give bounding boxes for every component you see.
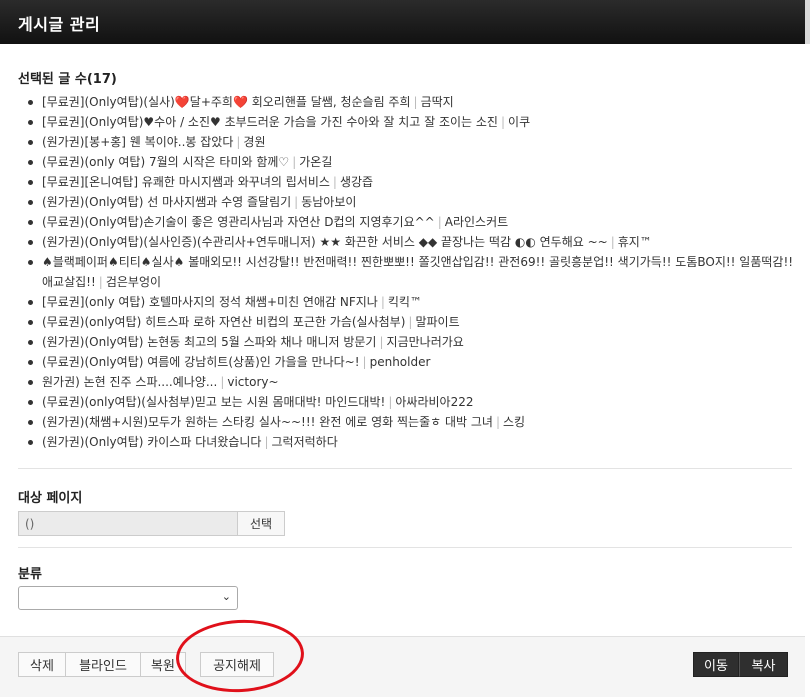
list-item: (무료권)(only여탑)(실사첨부)믿고 보는 시원 몸매대박! 마인드대박!… — [28, 392, 798, 412]
list-item: (원가권)(채쌤+시원)모두가 원하는 스타킹 실사~~!!! 완전 에로 영화… — [28, 412, 798, 432]
post-title: (원가권)[봉+홍] 웬 복이야..봉 잡았다 — [42, 135, 234, 149]
selected-count-heading: 선택된 글 수(17) — [18, 72, 117, 87]
post-title: (원가권)(Only여탑) 선 마사지쌤과 수영 즐달림기 — [42, 195, 292, 209]
post-author: victory~ — [227, 375, 279, 389]
list-item: 원가권) 논현 진주 스파....예나양... | victory~ — [28, 372, 798, 392]
category-label: 분류 — [18, 567, 42, 582]
list-item: ♠블랙페이퍼♠티티♠실사♠ 볼매외모!! 시선강탈!! 반전매력!! 찐한뽀뽀!… — [28, 252, 798, 292]
post-author: 경원 — [243, 135, 266, 149]
list-item: (원가권)(Only여탑) 논현동 최고의 5월 스파와 채나 매니저 방문기 |… — [28, 332, 798, 352]
post-title: (무료권)(only 여탑) 7월의 시작은 타미와 함께♡ — [42, 155, 290, 169]
section-divider — [18, 547, 792, 548]
list-item: (무료권)(only 여탑) 7월의 시작은 타미와 함께♡ | 가온길 — [28, 152, 798, 172]
target-page-label: 대상 페이지 — [18, 491, 83, 506]
post-author: 지금만나러가요 — [386, 335, 464, 349]
list-item: [무료권](Only여탑)(실사)❤️달+주희❤️ 회오리핸플 달쌤, 청순슬림… — [28, 92, 798, 112]
post-author: penholder — [369, 355, 431, 369]
post-author: 아싸라비아222 — [395, 395, 474, 409]
list-item: [무료권](only 여탑) 호텔마사지의 정석 채쌤+미친 연애감 NF지나 |… — [28, 292, 798, 312]
list-item: (원가권)(Only여탑)(실사인증)(수관리사+연두매니저) ★★ 화끈한 서… — [28, 232, 798, 252]
post-title: (무료권)(only여탑)(실사첨부)믿고 보는 시원 몸매대박! 마인드대박! — [42, 395, 386, 409]
dialog-titlebar: 게시글 관리 — [0, 0, 810, 44]
post-title: [무료권](only 여탑) 호텔마사지의 정석 채쌤+미친 연애감 NF지나 — [42, 295, 378, 309]
chevron-down-icon: ⌄ — [221, 590, 231, 603]
post-author: 킥킥™ — [387, 295, 422, 309]
post-author: 가온길 — [299, 155, 333, 169]
category-select[interactable]: ⌄ — [18, 586, 238, 610]
copy-button[interactable]: 복사 — [739, 652, 788, 677]
list-item: [무료권](Only여탑)♥수아 / 소진♥ 초부드러운 가슴을 가진 수아와 … — [28, 112, 798, 132]
post-title: (무료권)(Only여탑) 여름에 강남히트(상품)인 가을을 만나다~! — [42, 355, 360, 369]
post-author: 이쿠 — [508, 115, 531, 129]
post-author: 동남아보이 — [301, 195, 357, 209]
select-page-button[interactable]: 선택 — [237, 511, 285, 536]
post-title: (원가권)(Only여탑)(실사인증)(수관리사+연두매니저) ★★ 화끈한 서… — [42, 235, 608, 249]
selected-post-list: [무료권](Only여탑)(실사)❤️달+주희❤️ 회오리핸플 달쌤, 청순슬림… — [28, 92, 798, 452]
post-title: (무료권)(only여탑) 히트스파 로하 자연산 비컵의 포근한 가슴(실사첨… — [42, 315, 406, 329]
post-author: 검은부엉이 — [105, 275, 162, 289]
post-author: 그럭저럭하다 — [271, 435, 338, 449]
list-item: [무료권][온니여탑] 유쾌한 마시지쌤과 와꾸녀의 립서비스 | 생강즙 — [28, 172, 798, 192]
blind-button[interactable]: 블라인드 — [65, 652, 141, 677]
list-item: (무료권)(Only여탑) 여름에 강남히트(상품)인 가을을 만나다~! | pe… — [28, 352, 798, 372]
delete-button[interactable]: 삭제 — [18, 652, 66, 677]
post-author: A라인스커트 — [444, 215, 509, 229]
post-author: 말파이트 — [415, 315, 460, 329]
post-title: [무료권](Only여탑)(실사)❤️달+주희❤️ 회오리핸플 달쌤, 청순슬림… — [42, 95, 411, 109]
list-item: (무료권)(Only여탑)손기술이 좋은 영관리사님과 자연산 D컵의 지영후기… — [28, 212, 798, 232]
post-title: 원가권) 논현 진주 스파....예나양... — [42, 375, 218, 389]
post-author: 스킹 — [502, 415, 526, 429]
post-author: 생강즙 — [339, 175, 374, 189]
post-author: 휴지™ — [617, 235, 652, 249]
post-title: [무료권][온니여탑] 유쾌한 마시지쌤과 와꾸녀의 립서비스 — [42, 175, 330, 189]
post-author: 금딱지 — [420, 95, 454, 109]
post-title: [무료권](Only여탑)♥수아 / 소진♥ 초부드러운 가슴을 가진 수아와 … — [42, 115, 498, 129]
list-item: (원가권)[봉+홍] 웬 복이야..봉 잡았다 | 경원 — [28, 132, 798, 152]
target-page-input[interactable] — [18, 511, 238, 536]
post-title: (원가권)(Only여탑) 카이스파 다녀왔습니다 — [42, 435, 262, 449]
post-title: (무료권)(Only여탑)손기술이 좋은 영관리사님과 자연산 D컵의 지영후기… — [42, 215, 435, 229]
move-button[interactable]: 이동 — [693, 652, 739, 677]
dialog-title: 게시글 관리 — [18, 15, 101, 34]
list-item: (원가권)(Only여탑) 선 마사지쌤과 수영 즐달림기 | 동남아보이 — [28, 192, 798, 212]
post-title: (원가권)(채쌤+시원)모두가 원하는 스타킹 실사~~!!! 완전 에로 영화… — [42, 415, 493, 429]
list-item: (무료권)(only여탑) 히트스파 로하 자연산 비컵의 포근한 가슴(실사첨… — [28, 312, 798, 332]
post-title: (원가권)(Only여탑) 논현동 최고의 5월 스파와 채나 매니저 방문기 — [42, 335, 377, 349]
section-divider — [18, 468, 792, 469]
list-item: (원가권)(Only여탑) 카이스파 다녀왔습니다 | 그럭저럭하다 — [28, 432, 798, 452]
